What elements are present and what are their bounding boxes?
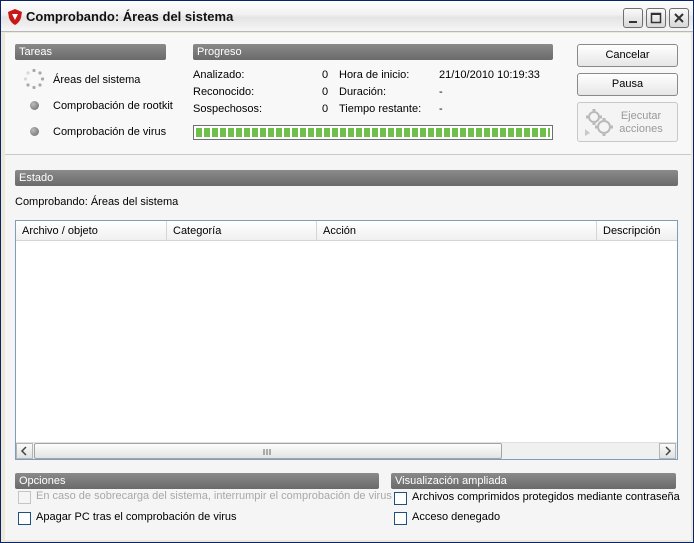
close-button[interactable] bbox=[669, 8, 689, 28]
option-label: Acceso denegado bbox=[412, 511, 501, 523]
reconocido-value: 0 bbox=[322, 86, 329, 98]
progress-fill bbox=[196, 128, 550, 137]
horizontal-scrollbar[interactable] bbox=[16, 442, 677, 459]
minimize-button[interactable] bbox=[623, 8, 643, 28]
duration-label: Duración: bbox=[339, 86, 387, 98]
tasks-header: Tareas bbox=[15, 44, 166, 60]
scan-progress-bar bbox=[193, 125, 553, 140]
close-icon bbox=[674, 13, 684, 23]
task-item-rootkit: Comprobación de rootkit bbox=[53, 100, 173, 112]
list-header: Archivo / objeto Categoría Acción Descri… bbox=[16, 221, 677, 241]
execute-actions-button[interactable]: Ejecutar acciones bbox=[577, 102, 678, 142]
main-window: Comprobando: Áreas del sistema Tareas Ár… bbox=[0, 0, 694, 543]
execute-actions-label-1: Ejecutar bbox=[620, 110, 662, 122]
title-bar[interactable]: Comprobando: Áreas del sistema bbox=[1, 1, 693, 32]
chevron-left-icon bbox=[20, 446, 27, 456]
progress-header: Progreso bbox=[193, 44, 553, 60]
remaining-time-value: - bbox=[439, 103, 443, 115]
checkbox[interactable] bbox=[18, 491, 31, 504]
cancel-button[interactable]: Cancelar bbox=[577, 44, 678, 67]
chevron-right-icon bbox=[665, 446, 672, 456]
status-header: Estado bbox=[15, 170, 678, 186]
maximize-button[interactable] bbox=[646, 8, 666, 28]
results-list[interactable]: Archivo / objeto Categoría Acción Descri… bbox=[15, 220, 678, 460]
extended-view-header: Visualización ampliada bbox=[391, 473, 676, 489]
window-title: Comprobando: Áreas del sistema bbox=[26, 9, 234, 24]
start-time-label: Hora de inicio: bbox=[339, 69, 410, 81]
maximize-icon bbox=[650, 12, 662, 24]
column-header-file[interactable]: Archivo / objeto bbox=[16, 221, 167, 241]
column-header-description[interactable]: Descripción bbox=[597, 221, 677, 241]
column-header-category[interactable]: Categoría bbox=[167, 221, 317, 241]
status-text: Comprobando: Áreas del sistema bbox=[15, 196, 179, 208]
shield-icon bbox=[8, 9, 22, 25]
analizado-label: Analizado: bbox=[193, 69, 245, 81]
pending-dot-icon bbox=[30, 127, 39, 136]
grip-icon bbox=[263, 449, 271, 455]
option-label: Archivos comprimidos protegidos mediante… bbox=[412, 491, 680, 503]
remaining-time-label: Tiempo restante: bbox=[339, 103, 422, 115]
start-time-value: 21/10/2010 10:19:33 bbox=[439, 69, 540, 81]
options-header: Opciones bbox=[15, 473, 379, 489]
execute-actions-label-2: acciones bbox=[619, 123, 663, 135]
sospechosos-label: Sospechosos: bbox=[193, 103, 263, 115]
sospechosos-value: 0 bbox=[322, 103, 329, 115]
scrollbar-thumb[interactable] bbox=[34, 443, 502, 459]
minimize-icon bbox=[629, 21, 637, 23]
checkbox[interactable] bbox=[394, 512, 407, 525]
option-label: Apagar PC tras el comprobación de virus bbox=[36, 511, 237, 523]
option-label: En caso de sobrecarga del sistema, inter… bbox=[36, 490, 392, 502]
scroll-right-button[interactable] bbox=[659, 443, 676, 459]
pending-dot-icon bbox=[30, 101, 39, 110]
column-header-action[interactable]: Acción bbox=[317, 221, 597, 241]
pause-button[interactable]: Pausa bbox=[577, 73, 678, 96]
client-area: Tareas Áreas del sistema Comprobación de… bbox=[5, 33, 691, 540]
reconocido-label: Reconocido: bbox=[193, 86, 255, 98]
checkbox[interactable] bbox=[18, 512, 31, 525]
gears-icon bbox=[585, 109, 613, 136]
task-item-system-areas: Áreas del sistema bbox=[53, 74, 141, 86]
top-panel: Tareas Áreas del sistema Comprobación de… bbox=[5, 33, 691, 155]
checkbox[interactable] bbox=[394, 492, 407, 505]
task-item-virus: Comprobación de virus bbox=[53, 126, 167, 138]
spinner-icon bbox=[23, 68, 45, 90]
duration-value: - bbox=[439, 86, 443, 98]
scroll-left-button[interactable] bbox=[16, 443, 33, 459]
analizado-value: 0 bbox=[322, 69, 329, 81]
